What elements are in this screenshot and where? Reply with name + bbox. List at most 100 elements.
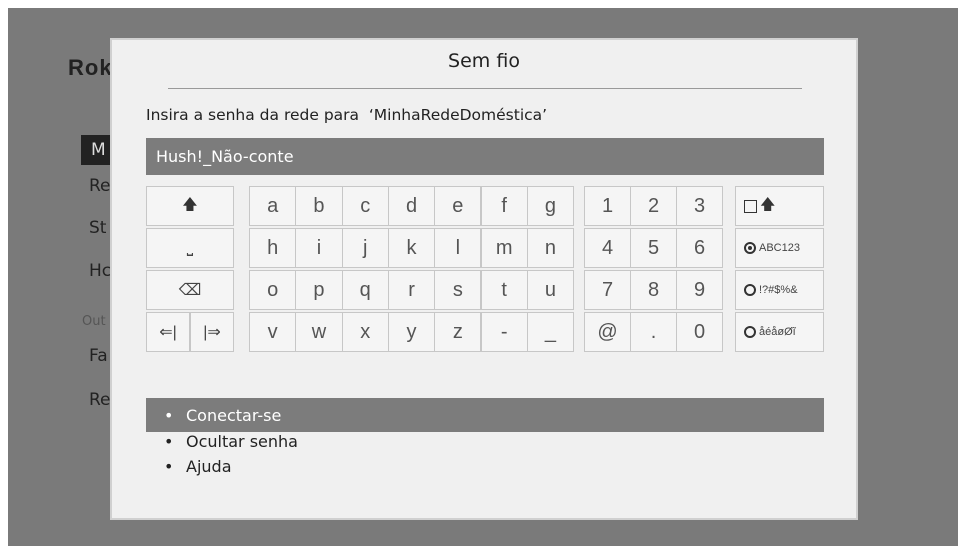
checkbox-icon <box>744 199 757 213</box>
hide-password-option[interactable]: • Ocultar senha <box>164 432 298 451</box>
number-key[interactable]: 8 <box>630 270 677 310</box>
connect-label: Conectar-se <box>186 406 282 425</box>
number-key[interactable]: 5 <box>630 228 677 268</box>
key-label: a <box>267 194 279 217</box>
space-key[interactable]: ⎵ <box>146 228 234 268</box>
key-label: k <box>406 236 417 259</box>
letter-key[interactable]: e <box>434 186 482 226</box>
key-label: 1 <box>601 194 614 217</box>
key-label: l <box>455 236 461 259</box>
key-label: 8 <box>647 278 660 301</box>
letter-key[interactable]: k <box>387 228 436 268</box>
help-label: Ajuda <box>186 457 232 476</box>
key-label: y <box>406 320 417 343</box>
backspace-key[interactable]: ⌫ <box>146 270 234 310</box>
key-label: o <box>267 278 279 301</box>
bg-menu-item: Fa <box>89 346 108 366</box>
letter-key[interactable]: f <box>480 186 528 226</box>
bg-section-label: Out <box>82 314 106 329</box>
mode-label: åéåøØĩ <box>759 326 796 338</box>
letter-key[interactable]: g <box>526 186 575 226</box>
bullet: • <box>164 406 174 425</box>
key-label: j <box>363 236 368 259</box>
letter-key[interactable]: p <box>295 270 343 310</box>
radio-icon <box>744 284 756 296</box>
caps-lock-key[interactable]: 🡅 <box>735 186 824 226</box>
key-label: w <box>311 320 327 343</box>
number-key[interactable]: 9 <box>676 270 723 310</box>
letter-key[interactable]: d <box>387 186 436 226</box>
accents-mode-key[interactable]: åéåøØĩ <box>735 312 824 352</box>
key-label: p <box>313 278 325 301</box>
key-label: 0 <box>693 320 706 343</box>
number-key[interactable]: 0 <box>676 312 723 352</box>
number-key[interactable]: 7 <box>584 270 631 310</box>
bg-menu-item: Re <box>89 390 111 410</box>
letter-key[interactable]: v <box>249 312 297 352</box>
cursor-left-icon: ⇐| <box>159 324 177 341</box>
letter-key[interactable]: c <box>341 186 389 226</box>
cursor-right-icon: |⇒ <box>203 324 221 341</box>
number-key[interactable]: @ <box>584 312 631 352</box>
key-label: b <box>313 194 325 217</box>
wifi-password-dialog: Sem fio Insira a senha da rede para ‘Min… <box>110 38 858 520</box>
connect-option[interactable]: • Conectar-se <box>164 406 281 425</box>
key-label: f <box>501 194 507 217</box>
letter-key[interactable]: o <box>249 270 297 310</box>
key-label: 2 <box>647 194 660 217</box>
letter-key[interactable]: s <box>434 270 482 310</box>
key-label: v <box>267 320 278 343</box>
key-label: i <box>316 236 322 259</box>
cursor-left-key[interactable]: ⇐| <box>146 312 190 352</box>
key-label: 4 <box>601 236 614 259</box>
letter-key[interactable]: h <box>249 228 297 268</box>
bullet: • <box>164 457 174 476</box>
key-label: m <box>495 236 513 259</box>
key-label: 9 <box>693 278 706 301</box>
number-key[interactable]: . <box>630 312 677 352</box>
number-key[interactable]: 2 <box>630 186 677 226</box>
letter-key[interactable]: x <box>341 312 389 352</box>
number-key[interactable]: 4 <box>584 228 631 268</box>
abc123-mode-key[interactable]: ABC123 <box>735 228 824 268</box>
key-label: q <box>359 278 371 301</box>
letter-key[interactable]: u <box>526 270 575 310</box>
key-label: u <box>544 278 556 301</box>
shift-key[interactable]: 🡅 <box>146 186 234 226</box>
key-label: - <box>500 320 508 343</box>
bg-menu-item: Re <box>89 176 111 196</box>
caps-lock-icon: 🡅 <box>760 195 776 213</box>
number-key[interactable]: 1 <box>584 186 631 226</box>
letter-key[interactable]: j <box>341 228 389 268</box>
letter-key[interactable]: r <box>387 270 436 310</box>
number-key[interactable]: 6 <box>676 228 723 268</box>
letter-key[interactable]: b <box>295 186 343 226</box>
space-icon: ⎵ <box>186 239 194 256</box>
letter-key[interactable]: t <box>480 270 528 310</box>
bg-menu-item: Hc <box>89 261 112 281</box>
letter-key[interactable]: q <box>341 270 389 310</box>
cursor-right-key[interactable]: |⇒ <box>190 312 234 352</box>
hide-password-label: Ocultar senha <box>186 432 298 451</box>
letter-key[interactable]: m <box>480 228 528 268</box>
number-key[interactable]: 3 <box>676 186 723 226</box>
letter-key[interactable]: z <box>434 312 482 352</box>
backspace-icon: ⌫ <box>178 282 202 299</box>
shift-icon: 🡅 <box>182 195 198 213</box>
radio-icon <box>744 242 756 254</box>
letter-key[interactable]: y <box>387 312 436 352</box>
letter-key[interactable]: a <box>249 186 297 226</box>
letter-key[interactable]: i <box>295 228 343 268</box>
letter-key[interactable]: n <box>526 228 575 268</box>
radio-icon <box>744 326 756 338</box>
key-label: c <box>360 194 371 217</box>
letter-key[interactable]: _ <box>526 312 575 352</box>
letter-key[interactable]: l <box>434 228 482 268</box>
key-label: @ <box>597 320 618 343</box>
bullet: • <box>164 432 174 451</box>
letter-key[interactable]: w <box>295 312 343 352</box>
help-option[interactable]: • Ajuda <box>164 457 232 476</box>
password-field[interactable]: Hush!_Não-conte <box>146 138 824 175</box>
letter-key[interactable]: - <box>480 312 528 352</box>
symbols-mode-key[interactable]: !?#$%& <box>735 270 824 310</box>
